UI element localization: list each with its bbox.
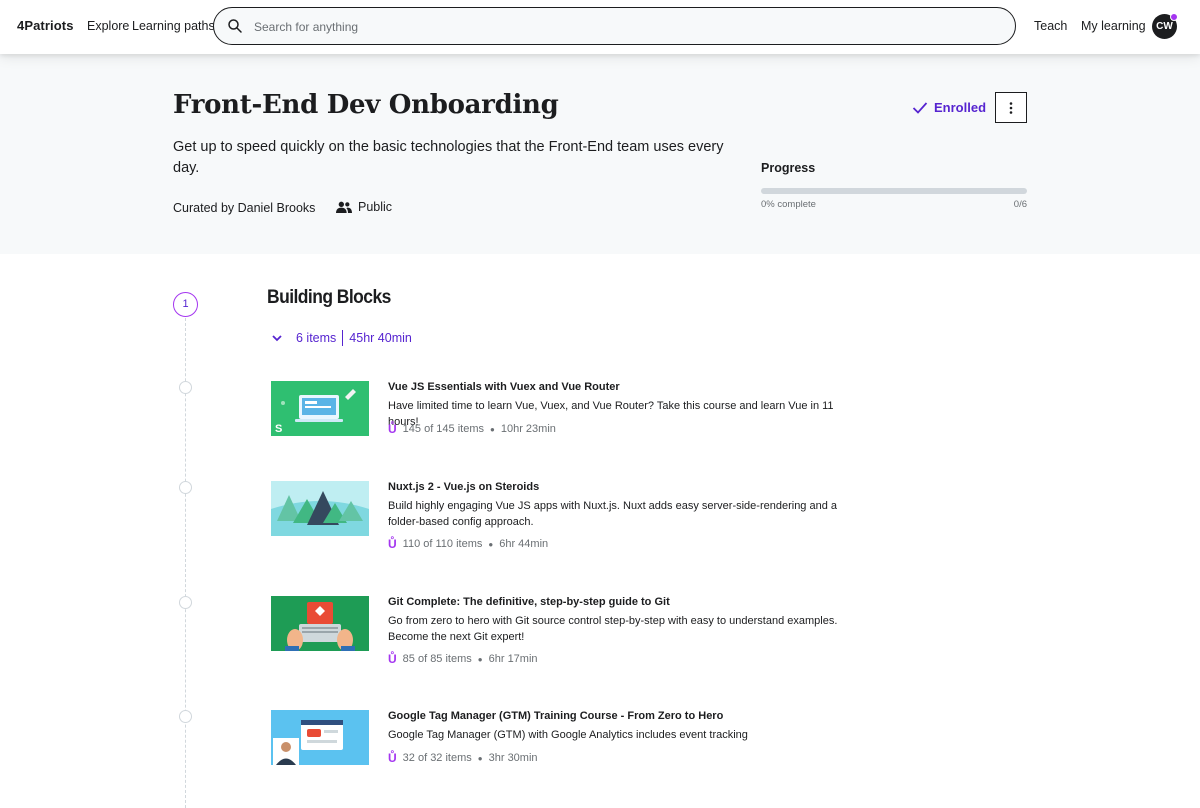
timeline-node [179, 481, 192, 494]
progress-label: Progress [761, 161, 816, 175]
people-icon [336, 201, 352, 213]
course-meta: Ů 110 of 110 items ● 6hr 44min [388, 537, 548, 551]
enrolled-label: Enrolled [934, 100, 987, 115]
course-thumbnail[interactable] [271, 596, 369, 651]
progress-count: 0/6 [1013, 199, 1027, 210]
timeline-node [179, 596, 192, 609]
section-items-count: 6 items [296, 331, 337, 345]
course-image [271, 710, 369, 765]
course-thumbnail[interactable] [271, 710, 369, 765]
divider [342, 330, 344, 346]
section-duration: 45hr 40min [349, 331, 412, 345]
course-image [271, 481, 369, 536]
search-input[interactable] [254, 17, 994, 37]
course-meta: Ů 145 of 145 items ● 10hr 23min [388, 422, 556, 436]
course-title[interactable]: Nuxt.js 2 - Vue.js on Steroids [388, 481, 539, 493]
course-provider-icon: Ů [388, 751, 397, 765]
nav-teach[interactable]: Teach [1034, 19, 1067, 33]
timeline-node [179, 710, 192, 723]
course-items: 32 of 32 items [402, 752, 472, 764]
progress-bar [761, 188, 1027, 194]
section-title: Building Blocks [267, 287, 391, 308]
visibility-label: Public [358, 200, 393, 214]
avatar[interactable]: CW [1152, 13, 1178, 39]
logo[interactable]: 4Patriots [17, 18, 74, 33]
top-navigation-bar: 4Patriots Explore Learning paths Teach M… [0, 0, 1200, 54]
course-thumbnail[interactable] [271, 481, 369, 536]
course-title[interactable]: Google Tag Manager (GTM) Training Course… [388, 710, 723, 722]
course-description: Go from zero to hero with Git source con… [388, 615, 838, 643]
check-icon [912, 101, 928, 114]
course-items: 110 of 110 items [402, 538, 483, 550]
course-provider-icon: Ů [388, 537, 397, 551]
bullet-separator: ● [488, 539, 494, 549]
bullet-separator: ● [477, 753, 483, 763]
course-duration: 6hr 17min [488, 653, 538, 665]
course-description: Build highly engaging Vue JS apps with N… [388, 500, 838, 528]
course-meta: Ů 85 of 85 items ● 6hr 17min [388, 652, 538, 666]
visibility-badge: Public [336, 200, 392, 214]
course-title[interactable]: Vue JS Essentials with Vuex and Vue Rout… [388, 381, 620, 393]
avatar-initials: CW [1156, 21, 1173, 32]
course-item: S Vue JS Essentials with Vuex and Vue Ro… [271, 381, 891, 441]
progress-percent: 0% complete [761, 199, 816, 210]
timeline-node [179, 381, 192, 394]
more-options-button[interactable] [995, 92, 1027, 123]
more-vertical-icon [1009, 101, 1013, 114]
course-item: Google Tag Manager (GTM) Training Course… [271, 710, 891, 770]
course-image: S [271, 381, 369, 436]
course-item: Nuxt.js 2 - Vue.js on Steroids Build hig… [271, 481, 891, 551]
enrolled-button[interactable]: Enrolled [912, 100, 986, 115]
nav-learning-paths[interactable]: Learning paths [132, 19, 215, 33]
course-meta: Ů 32 of 32 items ● 3hr 30min [388, 751, 538, 765]
search-icon[interactable] [226, 17, 244, 35]
course-image [271, 596, 369, 651]
section-toggle[interactable]: 6 items 45hr 40min [270, 330, 412, 346]
nav-explore[interactable]: Explore [87, 19, 129, 33]
course-items: 145 of 145 items [402, 423, 485, 435]
course-items: 85 of 85 items [402, 653, 472, 665]
course-duration: 10hr 23min [500, 423, 556, 435]
svg-text:S: S [275, 423, 282, 435]
course-provider-icon: Ů [388, 422, 397, 436]
nav-my-learning[interactable]: My learning [1081, 19, 1146, 33]
notification-dot [1170, 13, 1178, 21]
section-number: 1 [173, 292, 198, 317]
page-title: Front-End Dev Onboarding [173, 90, 559, 120]
course-thumbnail[interactable]: S [271, 381, 369, 436]
course-duration: 3hr 30min [488, 752, 538, 764]
course-description: Google Tag Manager (GTM) with Google Ana… [388, 729, 748, 741]
chevron-down-icon [272, 335, 282, 342]
curator-label: Curated by Daniel Brooks [173, 201, 316, 215]
course-duration: 6hr 44min [499, 538, 549, 550]
path-header: Front-End Dev Onboarding Get up to speed… [0, 54, 1200, 254]
course-title[interactable]: Git Complete: The definitive, step-by-st… [388, 596, 670, 608]
path-description: Get up to speed quickly on the basic tec… [173, 139, 724, 176]
search-bar [213, 7, 1016, 45]
course-provider-icon: Ů [388, 652, 397, 666]
bullet-separator: ● [490, 424, 495, 434]
bullet-separator: ● [477, 654, 483, 664]
course-item: Git Complete: The definitive, step-by-st… [271, 596, 891, 666]
